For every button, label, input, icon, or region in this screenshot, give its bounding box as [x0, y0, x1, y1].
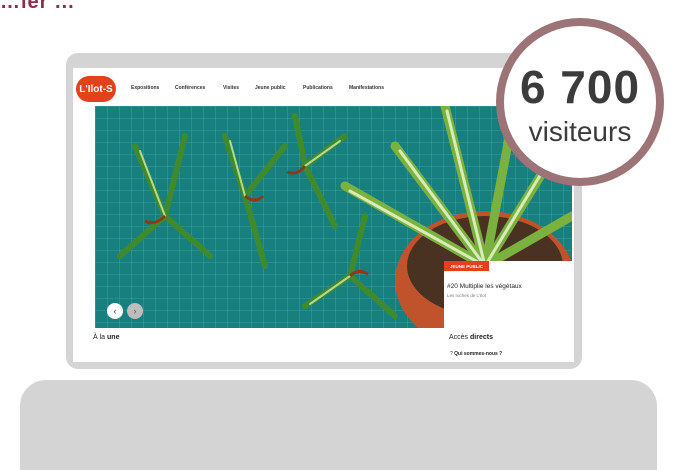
hero-card-subtitle: Les ruches de L'Ilot: [447, 293, 486, 298]
stat-label: visiteurs: [528, 116, 632, 147]
section-heading-acces-directs: Accès directs: [449, 334, 493, 341]
nav-item-manifestations[interactable]: Manifestations: [349, 85, 384, 91]
hero-info-card[interactable]: JEUNE PUBLIC #20 Multiplie les végétaux …: [444, 261, 572, 328]
site-logo[interactable]: L'Ilot-S: [76, 76, 116, 102]
visitor-stat-badge: 6 700 visiteurs: [496, 18, 664, 186]
quick-link-qui-sommes-nous[interactable]: ? Qui sommes-nous ?: [450, 351, 502, 357]
nav-item-expositions[interactable]: Expositions: [131, 85, 159, 91]
section-heading-bold: une: [107, 334, 120, 341]
laptop-base: [20, 380, 657, 470]
nav-item-jeune-public[interactable]: Jeune public: [255, 85, 286, 91]
section-heading-prefix: Accès: [449, 334, 469, 341]
stat-number: 6 700: [519, 61, 641, 113]
question-icon: ?: [450, 351, 453, 357]
section-heading-a-la-une: À la une: [93, 334, 119, 341]
quick-link-label: Qui sommes-nous ?: [454, 351, 503, 357]
page-heading: …ier ...: [0, 0, 75, 13]
nav-item-visites[interactable]: Visites: [223, 85, 239, 91]
section-heading-bold: directs: [470, 334, 493, 341]
category-badge: JEUNE PUBLIC: [444, 261, 490, 271]
chevron-right-icon[interactable]: ›: [127, 303, 143, 319]
nav-item-conferences[interactable]: Conférences: [175, 85, 205, 91]
hero-card-title[interactable]: #20 Multiplie les végétaux: [447, 283, 522, 290]
nav-item-publications[interactable]: Publications: [303, 85, 333, 91]
section-heading-prefix: À la: [93, 334, 106, 341]
chevron-left-icon[interactable]: ‹: [107, 303, 123, 319]
